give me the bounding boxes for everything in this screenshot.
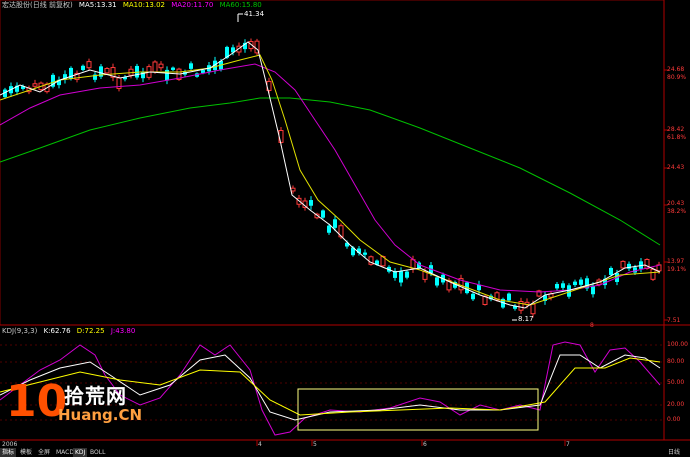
period-label[interactable]: 日线 [668, 447, 680, 456]
price-level: 7.51 [667, 317, 681, 324]
candlestick-series[interactable] [3, 38, 662, 318]
candle[interactable] [471, 293, 475, 300]
low-price-label: 8.17 [518, 315, 534, 323]
kdj-level: 100.00 [667, 341, 688, 348]
fib-level: 61.8% [667, 134, 687, 141]
price-panel-border [0, 0, 665, 326]
kdj-d-label: D:72.25 [76, 327, 105, 335]
candle[interactable] [644, 258, 650, 270]
price-level: 13.97 [667, 258, 685, 265]
ma5-line [0, 41, 661, 309]
ma20-line [0, 63, 661, 293]
candle[interactable] [201, 70, 205, 73]
date-axis: 2006 4 5 6 7 [0, 441, 664, 448]
candle[interactable] [189, 63, 193, 69]
candle[interactable] [321, 210, 325, 218]
ma10-label: MA10:13.02 [122, 1, 165, 9]
price-axis: 24.68 80.9% 28.42 61.8% 24.43 20.43 38.2… [667, 0, 690, 325]
ma10-line [0, 54, 661, 306]
price-level: 20.43 [667, 200, 685, 207]
price-level: 28.42 [667, 126, 685, 133]
kdj-level: 0.00 [667, 416, 681, 423]
date-label: 2006 [2, 441, 18, 448]
candle[interactable] [561, 283, 565, 288]
date-label: 5 [313, 441, 317, 448]
kdj-j-label: J:43.80 [110, 327, 136, 335]
candle[interactable] [573, 281, 577, 286]
tab-boll[interactable]: BOLL [88, 448, 107, 457]
candle[interactable] [555, 283, 559, 289]
tab-kdj[interactable]: KDJ [73, 448, 88, 457]
candle[interactable] [609, 267, 613, 275]
date-label: 4 [258, 441, 262, 448]
event-marker[interactable]: 8 [590, 322, 594, 329]
tab-indicators[interactable]: 指标 [0, 448, 17, 457]
candle[interactable] [333, 219, 337, 228]
candle[interactable] [81, 65, 85, 71]
candle[interactable] [633, 267, 637, 273]
watermark-logo: 10 拾荒网 Huang.CN [6, 378, 142, 438]
price-level: 24.43 [667, 164, 685, 171]
stock-name: 宏达股份(日线 前复权) [2, 1, 73, 9]
candle[interactable] [290, 187, 296, 192]
candle[interactable] [171, 67, 175, 70]
ma60-line [0, 97, 661, 246]
fib-level: 80.9% [667, 74, 687, 81]
candle[interactable] [650, 268, 656, 280]
high-price-label: 41.34 [244, 10, 265, 18]
candle[interactable] [363, 252, 367, 255]
candle[interactable] [152, 61, 158, 73]
fib-level: 19.1% [667, 266, 687, 273]
kdj-axis: 100.00 80.00 50.00 20.00 0.00 [667, 325, 690, 440]
candle[interactable] [86, 61, 92, 69]
kdj-name: KDJ(9,3,3) [2, 327, 38, 335]
candle[interactable] [435, 277, 439, 286]
candle[interactable] [530, 303, 536, 315]
tab-templates[interactable]: 模板 [18, 448, 34, 457]
watermark-cn: 拾荒网 [64, 384, 127, 408]
candle[interactable] [309, 200, 313, 206]
ma60-label: MA60:15.80 [219, 1, 262, 9]
candle[interactable] [32, 83, 38, 87]
ma20-label: MA20:11.70 [171, 1, 214, 9]
kdj-k-label: K:62.76 [43, 327, 71, 335]
chart-header: 宏达股份(日线 前复权) MA5:13.31 MA10:13.02 MA20:1… [2, 1, 262, 10]
candle[interactable] [327, 225, 331, 233]
candle[interactable] [579, 279, 583, 285]
candle[interactable] [620, 260, 626, 269]
date-label: 7 [566, 441, 570, 448]
candle[interactable] [104, 68, 110, 74]
ma5-label: MA5:13.31 [78, 1, 117, 9]
kdj-header: KDJ(9,3,3) K:62.76 D:72.25 J:43.80 [2, 327, 135, 336]
candle[interactable] [405, 271, 409, 278]
candle[interactable] [158, 63, 164, 69]
candle[interactable] [567, 285, 571, 297]
price-level: 24.68 [667, 66, 685, 73]
watermark-url: Huang.CN [58, 406, 143, 424]
kdj-level: 20.00 [667, 401, 685, 408]
fib-level: 38.2% [667, 208, 687, 215]
tab-fullscreen[interactable]: 全屏 [36, 448, 52, 457]
candle[interactable] [507, 293, 511, 301]
kdj-level: 80.00 [667, 358, 685, 365]
date-label: 6 [423, 441, 427, 448]
kdj-level: 50.00 [667, 379, 685, 386]
candle[interactable] [399, 271, 403, 283]
